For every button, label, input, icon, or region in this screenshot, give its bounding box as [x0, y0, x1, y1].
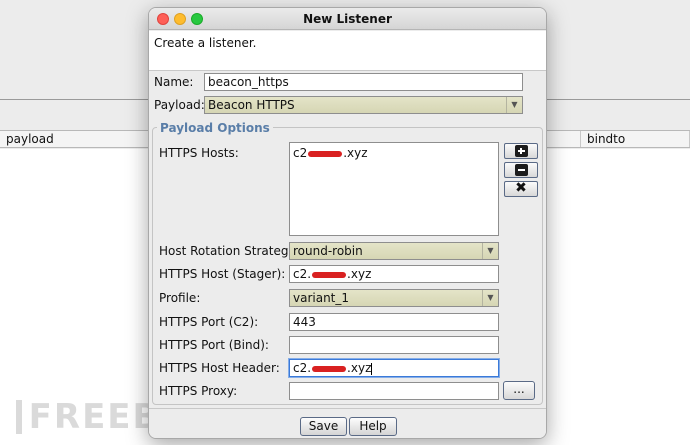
- host-header-prefix: c2.: [293, 361, 312, 375]
- port-bind-label: HTTPS Port (Bind):: [159, 338, 269, 352]
- rotation-strategy-select[interactable]: round-robin ▼: [289, 242, 499, 260]
- stager-host-label: HTTPS Host (Stager):: [159, 267, 286, 281]
- port-c2-input[interactable]: 443: [289, 313, 499, 331]
- payload-select[interactable]: Beacon HTTPS ▼: [204, 96, 523, 114]
- proxy-config-button[interactable]: ...: [503, 381, 535, 400]
- profile-select[interactable]: variant_1 ▼: [289, 289, 499, 307]
- save-button[interactable]: Save: [300, 417, 347, 436]
- redaction-mark: [312, 365, 347, 372]
- column-header-payload[interactable]: payload: [0, 131, 150, 147]
- remove-host-button[interactable]: [504, 162, 538, 178]
- proxy-label: HTTPS Proxy:: [159, 384, 238, 398]
- dialog-title: New Listener: [303, 12, 392, 26]
- rotation-strategy-value: round-robin: [293, 244, 363, 258]
- redaction-mark: [312, 271, 347, 278]
- https-hosts-label: HTTPS Hosts:: [159, 146, 239, 160]
- list-item[interactable]: c2 .xyz: [293, 146, 368, 160]
- name-input[interactable]: beacon_https: [204, 73, 523, 91]
- host-suffix: .xyz: [343, 146, 368, 160]
- stager-host-input[interactable]: c2. .xyz: [289, 265, 499, 283]
- remove-icon: [515, 164, 528, 176]
- description-text: Create a listener.: [154, 36, 257, 50]
- port-c2-label: HTTPS Port (C2):: [159, 315, 259, 329]
- https-hosts-list[interactable]: c2 .xyz: [289, 142, 499, 236]
- host-prefix: c2: [293, 146, 308, 160]
- chevron-down-icon[interactable]: ▼: [482, 290, 498, 306]
- add-host-button[interactable]: [504, 143, 538, 159]
- host-header-label: HTTPS Host Header:: [159, 361, 280, 375]
- add-icon: [515, 145, 528, 157]
- clear-icon: ✖: [515, 180, 527, 196]
- chevron-down-icon[interactable]: ▼: [482, 243, 498, 259]
- profile-label: Profile:: [159, 291, 201, 305]
- clear-hosts-button[interactable]: ✖: [504, 180, 538, 197]
- port-bind-input[interactable]: [289, 336, 499, 354]
- description-panel: Create a listener.: [149, 31, 546, 71]
- proxy-input[interactable]: [289, 382, 499, 400]
- chevron-down-icon[interactable]: ▼: [506, 97, 522, 113]
- column-header-bindto[interactable]: bindto: [580, 131, 690, 147]
- payload-label: Payload:: [154, 98, 205, 112]
- name-label: Name:: [154, 75, 194, 89]
- text-cursor: [371, 362, 373, 375]
- profile-value: variant_1: [293, 291, 350, 305]
- rotation-strategy-label: Host Rotation Strategy:: [159, 244, 299, 258]
- host-header-suffix: .xyz: [347, 361, 372, 375]
- help-button[interactable]: Help: [349, 417, 397, 436]
- new-listener-dialog: New Listener Create a listener. Name: be…: [148, 7, 547, 439]
- redaction-mark: [308, 150, 343, 157]
- host-header-input[interactable]: c2. .xyz: [289, 359, 499, 377]
- payload-select-value: Beacon HTTPS: [208, 98, 295, 112]
- dialog-footer: Save Help: [149, 408, 546, 438]
- stager-host-suffix: .xyz: [347, 267, 372, 281]
- dialog-titlebar[interactable]: New Listener: [149, 8, 546, 30]
- payload-options-title: Payload Options: [157, 121, 273, 135]
- stager-host-prefix: c2.: [293, 267, 312, 281]
